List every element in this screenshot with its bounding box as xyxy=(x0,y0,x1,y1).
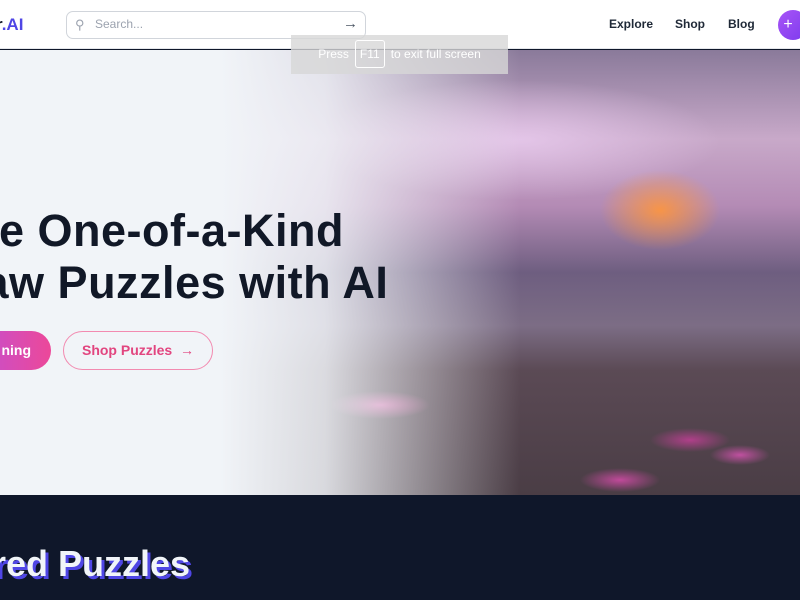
search-icon: ⚲ xyxy=(75,17,85,32)
fullscreen-toast: Press F11 to exit full screen xyxy=(291,35,508,74)
arrow-right-icon[interactable]: → xyxy=(343,15,358,32)
create-button[interactable]: + xyxy=(778,10,800,40)
hero: ate One-of-a-Kindsaw Puzzles with AI nin… xyxy=(0,50,800,495)
logo[interactable]: r.AI xyxy=(0,15,23,35)
nav-shop[interactable]: Shop xyxy=(675,17,705,31)
hero-title: ate One-of-a-Kindsaw Puzzles with AI xyxy=(0,205,389,308)
nav-blog[interactable]: Blog xyxy=(728,17,755,31)
arrow-right-icon: → xyxy=(180,342,194,358)
start-designing-button[interactable]: ning xyxy=(0,331,51,370)
shop-puzzles-button[interactable]: Shop Puzzles → xyxy=(63,331,213,370)
nav-explore[interactable]: Explore xyxy=(609,17,653,31)
search-input[interactable] xyxy=(95,17,335,31)
featured-title: ured Puzzles xyxy=(0,543,191,584)
